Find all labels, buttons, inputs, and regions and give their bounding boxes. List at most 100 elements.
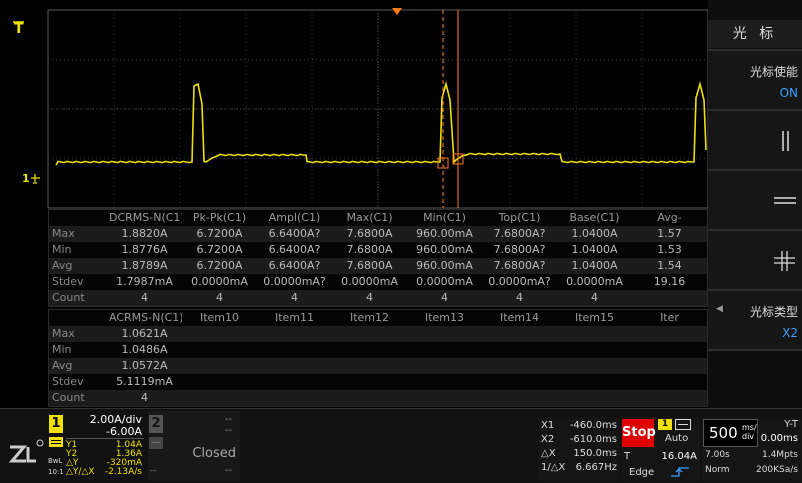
trigger-position-marker[interactable] [392,8,402,15]
ch1-ground-marker[interactable]: 1 [22,172,30,185]
run-stop-button[interactable]: Stop [622,419,656,447]
timebase-unit-top: ms/ [742,423,757,432]
table-cell: 960.00mA [416,243,473,256]
inverse-dx-row: 1/△X 6.667Hz [541,462,619,474]
table-cell: 4 [557,290,632,306]
column-header[interactable]: Max(C1) [332,210,407,226]
trigger-panel[interactable]: Stop 1 Auto T 16.04A Edge [621,417,700,481]
table-cell: 1.7987mA [116,275,173,288]
table-cell: 0.0000mA [566,275,623,288]
sample-rate: 200KSa/s [755,465,798,475]
column-header[interactable]: ACRMS-N(C1) [107,310,182,326]
table-cell: 4 [407,290,482,306]
column-header[interactable]: Pk-Pk(C1) [182,210,257,226]
table-row: Count 4 4 4 4 4 4 4 [49,290,707,306]
table-cell [332,390,407,406]
column-header[interactable]: DCRMS-N(C1) [107,210,182,226]
table-cell: 4 [332,290,407,306]
ch2-extra-right: -- [224,465,232,476]
table-row: Stdev 5.1119mA [49,374,707,390]
table-cell: 6.6400A? [257,258,332,274]
table-cell [257,374,332,390]
table-cell [482,342,557,358]
timebase-scale-button[interactable]: 500 ms/div [703,419,758,447]
column-header[interactable]: Item12 [332,310,407,326]
column-header[interactable]: Iter [632,310,707,326]
dx-row: △X 150.0ms [541,448,619,460]
table-cell [407,358,482,374]
table-cell [557,342,632,358]
memory-depth: 1.4Mpts [761,450,798,460]
table-cell: 0.0000mA? [488,275,551,288]
x1-label: X1 [541,420,555,431]
table-cell [632,326,707,342]
dydx-label: △Y/△X [66,467,95,477]
table-cell [257,358,332,374]
column-header[interactable]: Item14 [482,310,557,326]
ch1-settings-panel[interactable]: 1 BwL 10:1 2.00A/div -6.00A Y1 1.04A Y2 … [48,411,146,481]
table-cell: 0.0000mA? [263,275,326,288]
cursor-type-value: X2 [782,326,798,340]
table-cell: 4 [107,390,182,406]
ch1-badge[interactable]: 1 [49,415,63,433]
column-header[interactable]: Top(C1) [482,210,557,226]
inverse-dx-label: 1/△X [541,462,566,473]
column-header[interactable]: Min(C1) [407,210,482,226]
table-row: Min 1.0486A [49,342,707,358]
measurement-table-top: DCRMS-N(C1) Pk-Pk(C1) Ampl(C1) Max(C1) M… [48,209,708,307]
ch2-settings-panel[interactable]: 2 — -- -- Closed -- -- [148,411,240,481]
table-row: Max 1.0621A [49,326,707,342]
table-cell [332,358,407,374]
table-cell: 4 [482,290,557,306]
column-header[interactable]: Item15 [557,310,632,326]
table-cell: 1.8776A [121,243,168,256]
ch1-waveform-trace [55,80,707,166]
cursor-type-button[interactable]: ◀ 光标类型 X2 [708,291,802,349]
ch2-status: Closed [192,446,236,461]
table-cell [482,374,557,390]
table-cell [407,374,482,390]
cursor-vertical-mode-button[interactable] [708,111,802,169]
table-cell [332,342,407,358]
zlg-logo-icon [8,439,44,463]
table-cell [332,326,407,342]
row-label: Min [52,243,72,256]
cursor-enable-button[interactable]: 光标使能 ON [708,51,802,109]
row-label: Avg [49,258,107,274]
column-header[interactable]: Item10 [182,310,257,326]
column-header[interactable]: Avg- [632,210,707,226]
menu-divider [708,349,802,351]
column-header[interactable]: Base(C1) [557,210,632,226]
table-cell [557,358,632,374]
table-cell: 0.0000mA [191,275,248,288]
table-cell: 1.8789A [107,258,182,274]
cursor-cross-mode-button[interactable] [708,231,802,289]
column-header[interactable]: Item13 [407,310,482,326]
waveform-screen[interactable]: T 1 DCRMS-N(C1) Pk-Pk(C1) Ampl(C1) Max(C… [0,0,708,408]
trigger-level-value: 16.04A [661,451,697,462]
table-cell: 19.16 [653,275,686,288]
table-cell [332,374,407,390]
row-label: Stdev [52,375,84,388]
status-bar: 1 BwL 10:1 2.00A/div -6.00A Y1 1.04A Y2 … [0,408,802,483]
cursor-type-label: 光标类型 [749,305,798,319]
ch2-badge[interactable]: 2 [149,415,163,433]
table-cell: 6.7200A [196,243,243,256]
table-cell: 960.00mA [407,226,482,242]
table-cell [482,390,557,406]
cursor-horizontal-mode-button[interactable] [708,171,802,229]
table-cell [557,326,632,342]
timebase-panel[interactable]: 500 ms/div Y-T 0.00ms 7.00s 1.4Mpts Norm… [702,417,802,481]
cursor-readout-panel[interactable]: X1 -460.0ms X2 -610.0ms △X 150.0ms 1/△X … [538,417,620,481]
left-arrow-icon: ◀ [716,304,723,314]
timebase-value: 500 [709,424,738,442]
table-cell: 7.6800A [346,243,393,256]
trigger-level-marker[interactable]: T [14,21,24,37]
table-cell [557,390,632,406]
bandwidth-limit-label: BwL [48,457,63,465]
row-label: Avg [49,358,107,374]
column-header[interactable]: Item11 [257,310,332,326]
column-header[interactable]: Ampl(C1) [257,210,332,226]
table-cell [407,390,482,406]
table-cell: 1.0400A [557,258,632,274]
